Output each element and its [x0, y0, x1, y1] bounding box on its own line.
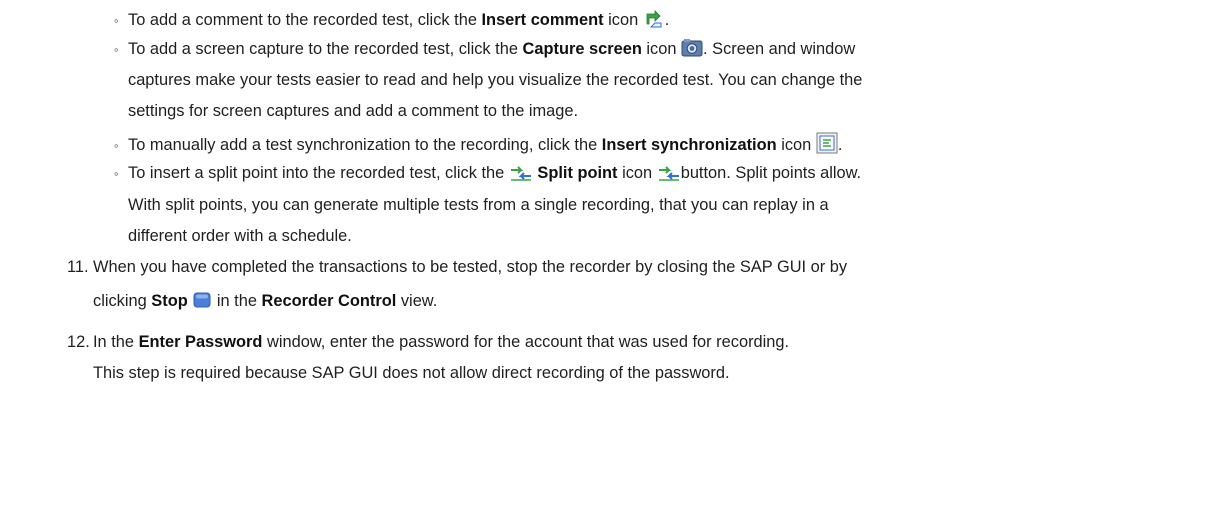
bullet-capture-screen-line2: captures make your tests easier to read … [128, 71, 863, 89]
bullet-split-point-line3: different order with a schedule. [128, 227, 352, 245]
text: In the [93, 333, 139, 351]
text: To insert a split point into the recorde… [128, 164, 509, 182]
bullet-marker: ◦ [114, 166, 119, 181]
insert-synchronization-icon [816, 132, 838, 159]
bullet-marker: ◦ [114, 13, 119, 28]
text: icon [617, 164, 657, 182]
text: icon [776, 136, 816, 154]
ui-term-insert-comment: Insert comment [481, 11, 604, 29]
text: icon [641, 40, 682, 58]
stop-icon [192, 292, 212, 315]
ui-term-recorder-control: Recorder Control [261, 292, 397, 310]
split-point-icon [509, 164, 533, 187]
insert-comment-icon [643, 7, 665, 34]
step-12: 12. In the Enter Password window, enter t… [67, 332, 789, 352]
step-12-line2: This step is required because SAP GUI do… [93, 364, 730, 382]
step-11: 11. When you have completed the transacti… [67, 257, 847, 277]
step-11-line2: clicking Stop in the Recorder Control vi… [93, 291, 437, 315]
bullet-marker: ◦ [114, 42, 119, 57]
text: button. Split points allow. [680, 164, 862, 182]
ui-term-capture-screen: Capture screen [522, 40, 642, 58]
ui-term-insert-synchronization: Insert synchronization [601, 136, 777, 154]
bullet-split-point: ◦ To insert a split point into the record… [114, 163, 861, 187]
text: To add a screen capture to the recorded … [128, 40, 523, 58]
bullet-marker: ◦ [114, 138, 119, 153]
bullet-insert-synchronization: ◦ To manually add a test synchronization … [114, 132, 842, 159]
text: clicking [93, 292, 152, 310]
capture-screen-icon [681, 38, 703, 63]
ui-term-enter-password: Enter Password [138, 333, 263, 351]
text: To manually add a test synchronization t… [128, 136, 602, 154]
bullet-insert-comment: ◦ To add a comment to the recorded test, … [114, 7, 669, 34]
text: To add a comment to the recorded test, c… [128, 11, 482, 29]
step-number: 11. [67, 258, 89, 276]
ui-term-stop: Stop [151, 292, 188, 310]
bullet-capture-screen-line3: settings for screen captures and add a c… [128, 102, 579, 120]
text: . Screen and window [703, 40, 856, 58]
text: window, enter the password for the accou… [262, 333, 790, 351]
text: icon [603, 11, 643, 29]
text: in the [212, 292, 262, 310]
text: . [837, 136, 843, 154]
text: view. [396, 292, 438, 310]
text: When you have completed the transactions… [93, 258, 848, 276]
bullet-split-point-line2: With split points, you can generate mult… [128, 196, 829, 214]
ui-term-split-point: Split point [537, 164, 618, 182]
split-point-icon [657, 164, 681, 187]
text: . [664, 11, 670, 29]
step-number: 12. [67, 333, 90, 351]
bullet-capture-screen: ◦ To add a screen capture to the recorded… [114, 38, 855, 63]
